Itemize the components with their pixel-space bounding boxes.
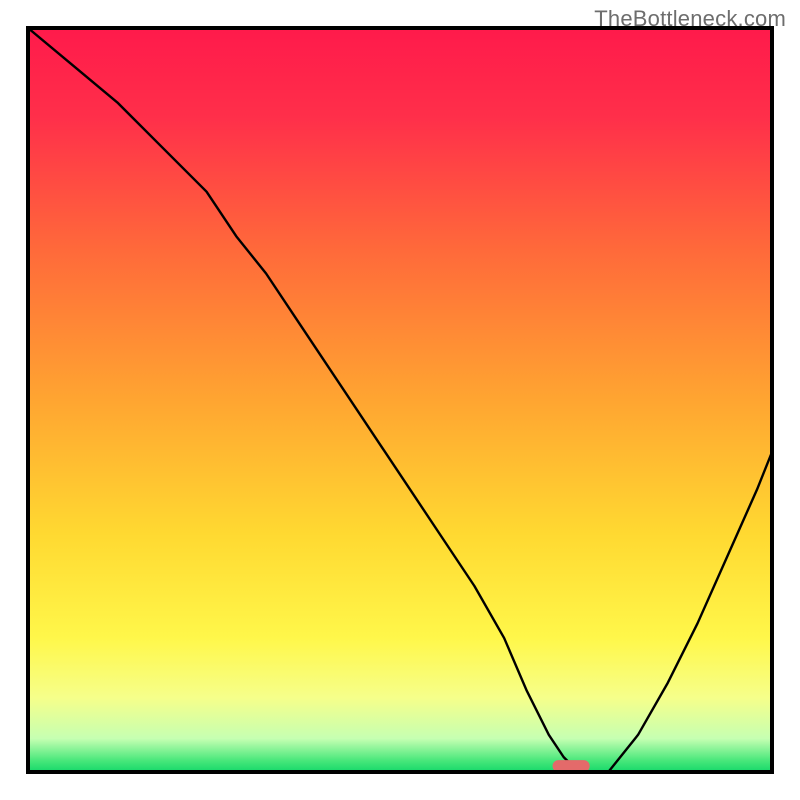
bottleneck-chart <box>0 0 800 800</box>
watermark-label: TheBottleneck.com <box>594 6 786 32</box>
gradient-background <box>28 28 772 772</box>
chart-container: TheBottleneck.com <box>0 0 800 800</box>
